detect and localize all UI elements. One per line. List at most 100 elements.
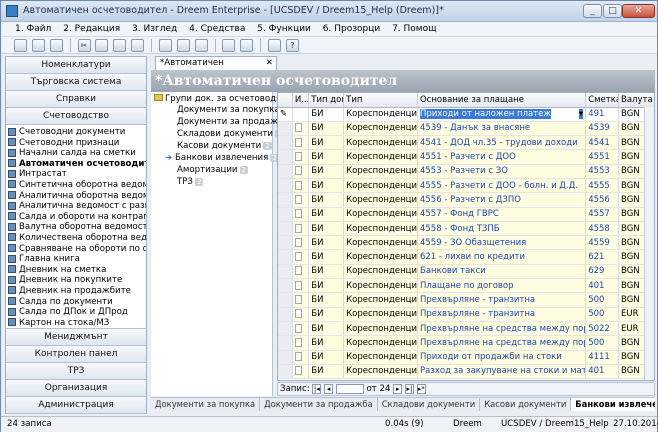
nav-list-item[interactable]: Главна книга xyxy=(6,254,146,265)
bottom-tab[interactable]: Касови документи xyxy=(480,398,572,411)
header-doc-type[interactable]: Тип док. xyxy=(308,93,345,108)
cell-payment-basis[interactable]: Прехвърляне - транзитна xyxy=(417,292,587,308)
nav-control-panel[interactable]: Контролен панел xyxy=(6,346,146,363)
cell-payment-basis[interactable]: Приходи от продажби на стоки xyxy=(417,350,587,365)
table-row[interactable]: БИ Кореспонденции Приходи от продажби на с… xyxy=(278,350,654,365)
cell-doc-type[interactable]: БИ xyxy=(308,221,345,237)
cell-payment-basis[interactable]: 621 - лихви по кредити xyxy=(417,249,587,265)
cell-doc-type[interactable]: БИ xyxy=(308,207,345,222)
delete-icon[interactable] xyxy=(131,39,145,52)
cell-account[interactable]: 629 xyxy=(585,264,620,280)
record-number-input[interactable] xyxy=(335,383,364,394)
nav-trade-system[interactable]: Търговска система xyxy=(6,74,146,91)
table-row[interactable]: БИ Кореспонденции Прехвърляне - транзитна 5… xyxy=(278,292,654,308)
cell-account[interactable]: 5022 xyxy=(585,321,620,337)
cell-account[interactable]: 4111 xyxy=(585,350,620,365)
table-row[interactable]: БИ Кореспонденции 4541 - ДОД чл.35 - трудо… xyxy=(278,135,654,151)
cell-type[interactable]: Кореспонденции xyxy=(343,235,418,251)
help-icon[interactable]: ? xyxy=(285,39,299,52)
table-row[interactable]: БИ Кореспонденции 4557 - Фонд ГВРС 4557 BGN xyxy=(278,207,654,222)
nav-list-item[interactable]: Начални салда на сметки xyxy=(6,148,146,159)
cell-payment-basis[interactable]: 4558 - Фонд ТЗПБ xyxy=(417,221,587,237)
cell-type[interactable]: Кореспонденции xyxy=(343,164,418,179)
nav-accounting[interactable]: Счетоводство xyxy=(6,108,146,125)
menu-file[interactable]: 1. Файл xyxy=(15,22,51,37)
copy-icon[interactable] xyxy=(95,39,109,52)
cell-type[interactable]: Кореспонденции xyxy=(343,278,418,294)
cell-type[interactable]: Кореспонденции xyxy=(343,135,418,151)
minimize-button[interactable]: _ xyxy=(583,4,602,18)
cell-account[interactable]: 401 xyxy=(585,278,620,294)
cell-doc-type[interactable]: БИ xyxy=(308,264,345,280)
header-type[interactable]: Тип xyxy=(343,93,418,108)
nav-list-item[interactable]: Картон на стока/МЗ xyxy=(6,318,146,328)
table-row[interactable]: БИ Кореспонденции 4555 - Разчети с ДОО - б… xyxy=(278,178,654,194)
table-row[interactable]: БИ Кореспонденции Прехвърляне на средства … xyxy=(278,335,654,351)
cell-account[interactable]: 491 xyxy=(585,107,620,122)
cell-account[interactable]: 401 xyxy=(585,364,620,380)
nav-list-item[interactable]: Синтетична оборотна ведомост xyxy=(6,180,146,191)
cell-payment-basis[interactable]: 4556 - Разчети с ДЗПО xyxy=(417,192,587,208)
nav-list-item[interactable]: Автоматичен осчетоводител xyxy=(6,159,146,170)
cell-payment-basis[interactable]: 4539 - Данък за внасяне xyxy=(417,121,587,137)
table-row[interactable]: БИ Кореспонденции 4553 - Разчети с ЗО 4553 B… xyxy=(278,164,654,179)
cell-doc-type[interactable]: БИ xyxy=(308,192,345,208)
cell-type[interactable]: Кореспонденции xyxy=(343,364,418,380)
save-icon[interactable] xyxy=(49,39,63,52)
tree-item[interactable]: Документи за продажба xyxy=(177,117,288,127)
nav-payroll[interactable]: ТРЗ xyxy=(6,363,146,380)
table-row-editing[interactable]: ✎ БИ Кореспонденции Приходи от наложен п… xyxy=(278,107,654,122)
nav-list-item[interactable]: Салда и обороти на контраген... xyxy=(6,212,146,223)
nav-list-item[interactable]: Салда по документи xyxy=(6,297,146,308)
header-icon[interactable]: И... xyxy=(292,93,310,108)
table-row[interactable]: БИ Кореспонденции 4551 - Разчети с ДОО 4551… xyxy=(278,149,654,165)
close-button[interactable]: ✕ xyxy=(622,4,655,18)
document-tab[interactable]: *Автоматичен осчетоводител ✕ xyxy=(155,56,277,81)
nav-list-item[interactable]: Счетоводни документи xyxy=(6,127,146,138)
prev-record-button[interactable]: ◂ xyxy=(324,383,334,394)
cell-doc-type[interactable]: БИ xyxy=(308,121,345,137)
nav-list-item[interactable]: Дневник на покупките xyxy=(6,275,146,286)
table-row[interactable]: БИ Кореспонденции 4539 - Данък за внасяне 4… xyxy=(278,121,654,137)
cell-type[interactable]: Кореспонденции xyxy=(343,292,418,308)
table-row[interactable]: БИ Кореспонденции Прехвърляне - транзитна 5… xyxy=(278,307,654,322)
cell-doc-type[interactable]: БИ xyxy=(308,235,345,251)
cell-type[interactable]: Кореспонденции xyxy=(343,121,418,137)
tree-item[interactable]: Складови документи2 xyxy=(177,129,284,139)
cell-account[interactable]: 500 xyxy=(585,335,620,351)
bottom-tab[interactable]: Банкови извлечения xyxy=(571,398,655,411)
tree-item[interactable]: Амортизации 2 xyxy=(177,165,248,175)
table-row[interactable]: БИ Кореспонденции 4559 - ЗО Обазщетения 455… xyxy=(278,235,654,251)
cell-payment-basis[interactable]: Прехвърляне на средства между портфей... xyxy=(417,335,587,351)
table-row[interactable]: БИ Кореспонденции Прехвърляне на средства … xyxy=(278,321,654,337)
cell-type[interactable]: Кореспонденции xyxy=(343,192,418,208)
bottom-tab[interactable]: Складови документи xyxy=(378,398,481,411)
nav-list-item[interactable]: Аналитична оборотна ведомост xyxy=(6,191,146,202)
cell-type[interactable]: Кореспонденции xyxy=(343,221,418,237)
table-row[interactable]: БИ Кореспонденции 4558 - Фонд ТЗПБ 4558 BGN xyxy=(278,221,654,237)
cell-doc-type[interactable]: БИ xyxy=(308,107,345,122)
cell-doc-type[interactable]: БИ xyxy=(308,292,345,308)
open-folder-icon[interactable] xyxy=(31,39,45,52)
cell-type[interactable]: Кореспонденции xyxy=(343,321,418,337)
new-document-icon[interactable] xyxy=(14,39,27,52)
cell-type[interactable]: Кореспонденции xyxy=(343,335,418,351)
cell-doc-type[interactable]: БИ xyxy=(308,307,345,322)
tree-root[interactable]: Групи док. за осчетоводяван xyxy=(154,94,297,104)
cell-account[interactable]: 4556 xyxy=(585,192,620,208)
tree-item[interactable]: ТРЗ 2 xyxy=(177,177,204,187)
nav-list-item[interactable]: Количествена оборотна ведом... xyxy=(6,233,146,244)
nav-list-item[interactable]: Интрастат xyxy=(6,169,146,180)
nav-list-item[interactable]: Сравняване на обороти по см... xyxy=(6,244,146,255)
cell-payment-basis[interactable]: 4551 - Разчети с ДОО xyxy=(417,149,587,165)
cell-type[interactable]: Кореспонденции xyxy=(343,207,418,222)
menu-functions[interactable]: 5. Функции xyxy=(257,22,311,37)
vertical-scrollbar[interactable] xyxy=(644,107,654,380)
cell-type[interactable]: Кореспонденции xyxy=(343,149,418,165)
cut-icon[interactable]: ✂ xyxy=(77,39,91,52)
cell-doc-type[interactable]: БИ xyxy=(308,321,345,337)
cell-doc-type[interactable]: БИ xyxy=(308,335,345,351)
cell-type[interactable]: Кореспонденции xyxy=(343,107,418,122)
cell-payment-basis[interactable]: Прехвърляне - транзитна xyxy=(417,307,587,322)
cell-doc-type[interactable]: БИ xyxy=(308,364,345,380)
